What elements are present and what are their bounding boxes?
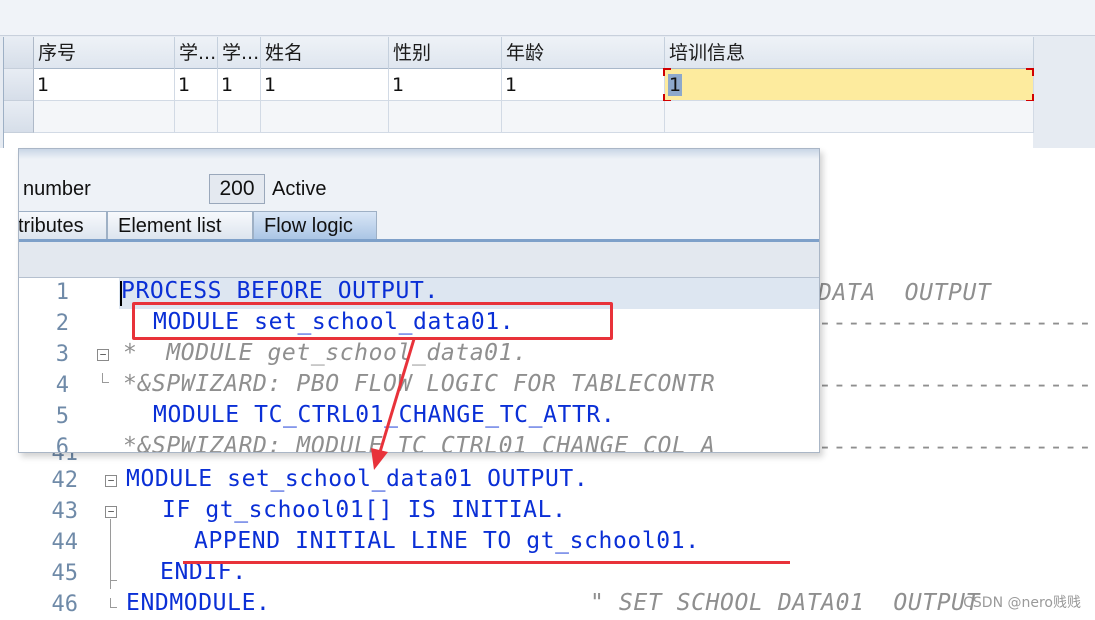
arrow-shaft bbox=[378, 338, 416, 453]
arrow-head-icon bbox=[371, 448, 388, 470]
annotation-arrow bbox=[371, 338, 416, 470]
